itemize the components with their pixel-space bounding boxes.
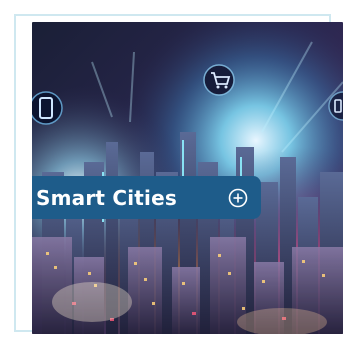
smartphone-icon bbox=[32, 91, 63, 125]
smart-cities-card[interactable]: Smart Cities bbox=[14, 14, 343, 334]
smart-cities-label-button[interactable]: Smart Cities bbox=[32, 176, 261, 219]
circle-plus-icon[interactable] bbox=[228, 188, 248, 208]
shopping-cart-icon bbox=[203, 64, 235, 96]
tile-label: Smart Cities bbox=[36, 185, 177, 210]
